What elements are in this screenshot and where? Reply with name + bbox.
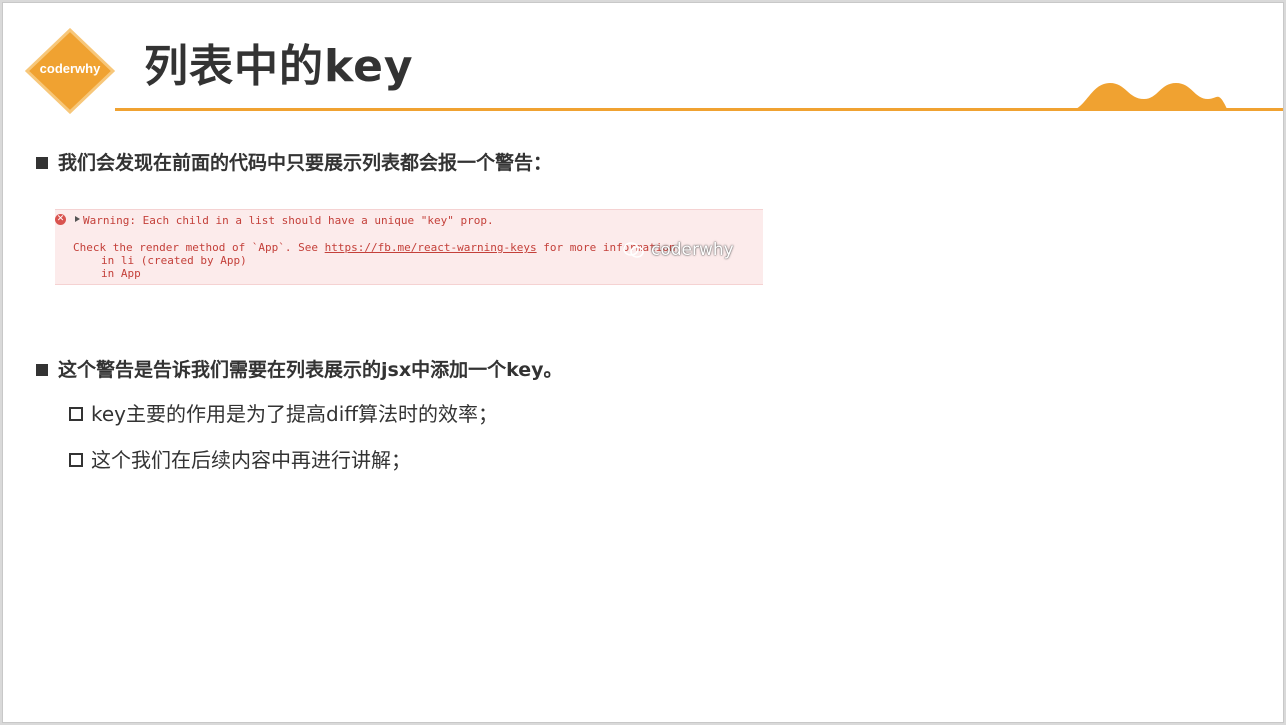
watermark-text: coderwhy	[651, 240, 734, 260]
expand-triangle-icon	[75, 216, 80, 222]
sub-bullet-2-text: 这个我们在后续内容中再进行讲解；	[91, 448, 411, 472]
page-title: 列表中的key	[144, 41, 414, 92]
slide: coderwhy 列表中的key 我们会发现在前面的代码中只要展示列表都会报一个…	[2, 2, 1284, 723]
sub-bullet-1: key主要的作用是为了提高diff算法时的效率；	[69, 401, 498, 427]
bullet-2-text: 这个警告是告诉我们需要在列表展示的jsx中添加一个key。	[58, 359, 563, 381]
logo-text: coderwhy	[39, 61, 101, 76]
check-prefix: Check the render method of `App`. See	[73, 241, 325, 254]
sub-bullet-1-text: key主要的作用是为了提高diff算法时的效率；	[91, 402, 499, 426]
bullet-square-icon	[36, 157, 48, 169]
stack-line-1: in li (created by App)	[101, 254, 247, 267]
coderwhy-logo: coderwhy	[25, 28, 115, 114]
stack-line-2: in App	[101, 267, 141, 280]
bullet-2: 这个警告是告诉我们需要在列表展示的jsx中添加一个key。	[36, 358, 562, 382]
wechat-icon	[623, 242, 644, 258]
warning-line: Warning: Each child in a list should hav…	[83, 214, 494, 227]
bullet-1: 我们会发现在前面的代码中只要展示列表都会报一个警告：	[36, 151, 552, 175]
wave-decoration-icon	[1068, 83, 1228, 111]
bullet-1-text: 我们会发现在前面的代码中只要展示列表都会报一个警告：	[58, 152, 553, 174]
check-line: Check the render method of `App`. See ht…	[73, 241, 682, 254]
console-warning-screenshot: ✕ Warning: Each child in a list should h…	[55, 209, 763, 285]
header-divider	[115, 108, 1283, 111]
error-circle-icon: ✕	[55, 214, 66, 225]
hollow-square-icon	[69, 407, 83, 421]
sub-bullet-2: 这个我们在后续内容中再进行讲解；	[69, 447, 411, 473]
watermark: coderwhy	[623, 240, 734, 260]
react-warning-keys-link[interactable]: https://fb.me/react-warning-keys	[325, 241, 537, 254]
bullet-square-icon	[36, 364, 48, 376]
hollow-square-icon	[69, 453, 83, 467]
